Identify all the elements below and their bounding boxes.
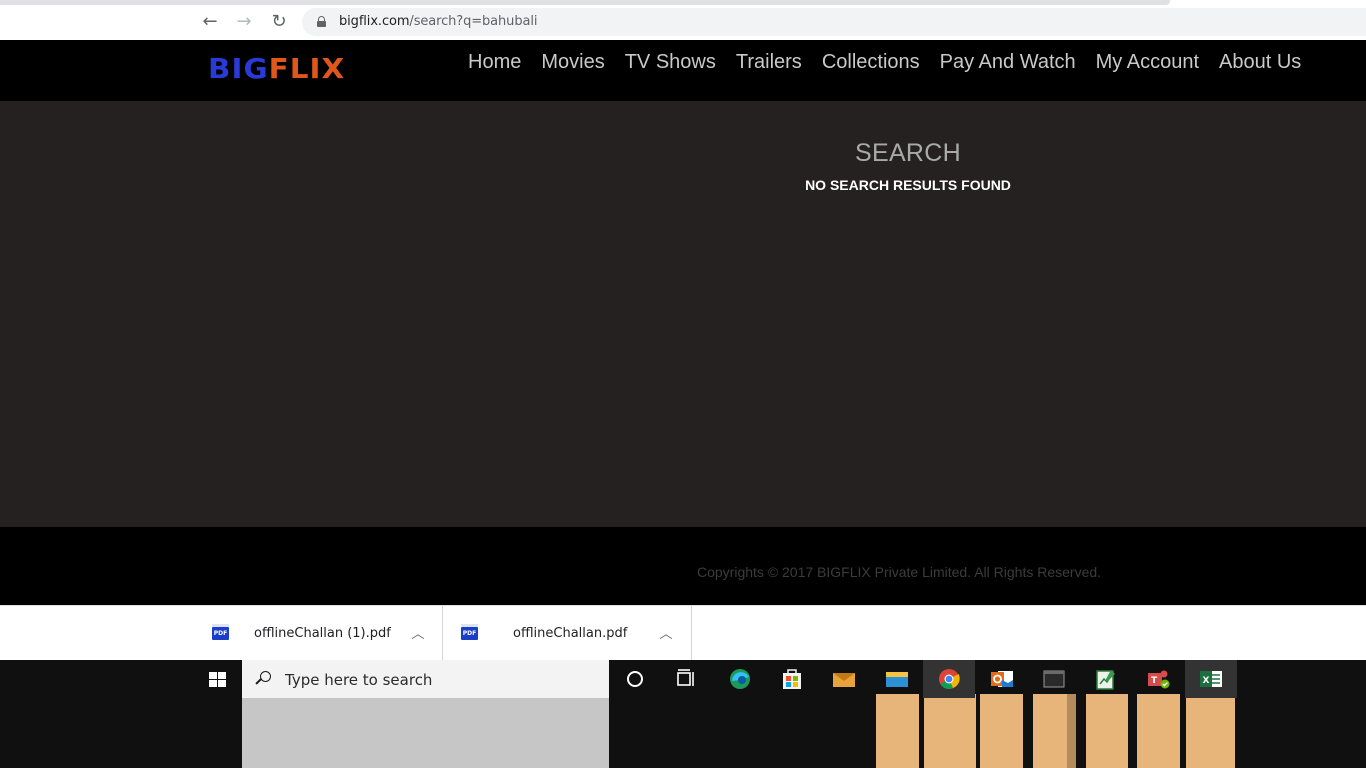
cortana-button[interactable] xyxy=(609,660,661,698)
background-region xyxy=(1137,694,1180,768)
notepad-icon xyxy=(1096,670,1115,690)
url-path: /search?q=bahubali xyxy=(409,14,538,29)
pdf-file-icon: PDF xyxy=(212,624,229,640)
excel-icon: X xyxy=(1200,671,1222,687)
site-header: BIGFLIX Home Movies TV Shows Trailers Co… xyxy=(0,40,1366,101)
cortana-icon xyxy=(627,671,643,687)
teams-button[interactable]: T xyxy=(1133,660,1185,698)
store-icon xyxy=(783,669,801,689)
task-view-button[interactable] xyxy=(661,660,713,698)
lock-icon[interactable] xyxy=(317,16,326,27)
download-item[interactable]: PDF offlineChallan (1).pdf ︿ xyxy=(0,606,443,661)
url-text[interactable]: bigflix.com/search?q=bahubali xyxy=(339,14,537,29)
store-button[interactable] xyxy=(766,660,818,698)
site-footer: Copyrights © 2017 BIGFLIX Private Limite… xyxy=(0,527,1366,605)
tab-strip xyxy=(0,0,1170,5)
excel-button[interactable]: X xyxy=(1185,660,1237,698)
windows-logo-icon xyxy=(209,672,226,688)
file-explorer-button[interactable] xyxy=(871,660,923,698)
windows-taskbar: Type here to search T X xyxy=(0,660,1366,768)
pdf-file-icon: PDF xyxy=(461,624,478,640)
terminal-icon xyxy=(1043,670,1065,688)
outlook-icon xyxy=(991,671,1013,687)
back-button[interactable]: ← xyxy=(198,10,222,34)
no-results-message: NO SEARCH RESULTS FOUND xyxy=(805,177,1011,193)
background-region xyxy=(876,694,919,768)
chevron-up-icon[interactable]: ︿ xyxy=(658,623,674,642)
nav-home[interactable]: Home xyxy=(458,51,531,74)
background-region xyxy=(1086,694,1128,768)
search-icon xyxy=(255,671,272,687)
page-title: SEARCH xyxy=(855,139,961,167)
file-explorer-icon xyxy=(886,672,908,687)
address-bar[interactable]: bigflix.com/search?q=bahubali xyxy=(302,8,1366,36)
mail-icon xyxy=(833,673,855,687)
nav-pay-and-watch[interactable]: Pay And Watch xyxy=(930,51,1086,74)
download-filename[interactable]: offlineChallan (1).pdf xyxy=(254,626,391,641)
teams-icon: T xyxy=(1148,670,1170,689)
forward-button[interactable]: → xyxy=(232,10,256,34)
nav-collections[interactable]: Collections xyxy=(812,51,930,74)
task-view-icon xyxy=(677,669,694,686)
search-results-area: SEARCH NO SEARCH RESULTS FOUND xyxy=(0,101,1366,527)
reload-button[interactable]: ↻ xyxy=(267,10,291,34)
svg-text:T: T xyxy=(1151,676,1158,686)
outlook-button[interactable] xyxy=(976,660,1028,698)
terminal-button[interactable] xyxy=(1028,660,1080,698)
main-nav: Home Movies TV Shows Trailers Collection… xyxy=(458,51,1311,74)
nav-tv-shows[interactable]: TV Shows xyxy=(615,51,726,74)
mail-button[interactable] xyxy=(818,660,870,698)
chrome-icon xyxy=(939,669,960,689)
svg-text:X: X xyxy=(1203,676,1210,686)
taskbar-search-placeholder[interactable]: Type here to search xyxy=(285,671,432,689)
background-region xyxy=(1067,694,1076,768)
notepad-button[interactable] xyxy=(1080,660,1132,698)
background-region xyxy=(980,694,1023,768)
background-region xyxy=(924,694,976,768)
edge-button[interactable] xyxy=(714,660,766,698)
download-filename[interactable]: offlineChallan.pdf xyxy=(513,626,627,641)
download-shelf: PDF offlineChallan (1).pdf ︿ PDF offline… xyxy=(0,605,1366,661)
chevron-up-icon[interactable]: ︿ xyxy=(410,623,426,642)
background-region xyxy=(242,698,609,768)
edge-icon xyxy=(730,669,750,689)
chrome-button[interactable] xyxy=(923,660,975,698)
browser-toolbar: ← → ↻ bigflix.com/search?q=bahubali xyxy=(0,0,1366,40)
nav-about-us[interactable]: About Us xyxy=(1209,51,1311,74)
logo-part-big: BIG xyxy=(208,52,269,85)
download-item[interactable]: PDF offlineChallan.pdf ︿ xyxy=(443,606,692,661)
nav-movies[interactable]: Movies xyxy=(531,51,614,74)
copyright-text: Copyrights © 2017 BIGFLIX Private Limite… xyxy=(697,564,1102,580)
background-region xyxy=(1033,694,1067,768)
start-button[interactable] xyxy=(194,660,242,698)
logo-part-flix: FLIX xyxy=(268,52,346,85)
nav-trailers[interactable]: Trailers xyxy=(726,51,812,74)
taskbar-search-box[interactable]: Type here to search xyxy=(242,660,609,698)
nav-my-account[interactable]: My Account xyxy=(1086,51,1209,74)
url-host: bigflix.com xyxy=(339,14,410,29)
background-region xyxy=(1186,694,1235,768)
bigflix-logo[interactable]: BIGFLIX xyxy=(208,52,345,85)
